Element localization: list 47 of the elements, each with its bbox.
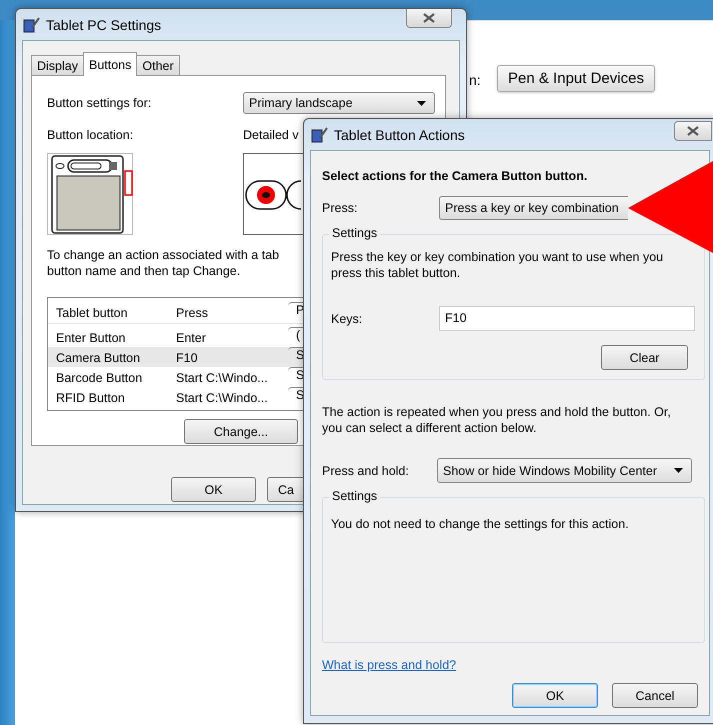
table-cell-text: Enter (175, 330, 207, 344)
close-icon (687, 126, 699, 136)
dialog-button[interactable]: OK (171, 477, 256, 502)
press-dropdown[interactable]: Press a key or key combination (439, 196, 628, 220)
column-header[interactable]: Tablet button (48, 306, 168, 320)
group-legend: Settings (329, 489, 380, 503)
field-label: Press and hold: (322, 464, 410, 478)
table-cell-text: Start C:\Windo... (175, 390, 269, 404)
dialog-heading: Select actions for the Camera Button button. (322, 169, 588, 183)
window-title: Tablet Button Actions (334, 126, 465, 142)
settings-description: Press the key or key combination you want to use when you press this tablet button. (331, 249, 664, 281)
close-icon (423, 13, 435, 23)
field-label: Button location: (47, 128, 134, 142)
settings-dropdown[interactable]: Primary landscape (243, 92, 435, 114)
table-cell-text: Start C:\Windo... (175, 370, 269, 384)
column-header[interactable]: Press (168, 306, 288, 320)
pen-input-devices-button[interactable]: Pen & Input Devices (497, 65, 655, 92)
keys-input-field[interactable]: F10 (439, 306, 695, 331)
tablet-pen-icon (310, 126, 328, 144)
close-button[interactable] (674, 121, 712, 141)
tab[interactable]: Buttons (83, 52, 138, 76)
field-label: Button settings for: (47, 96, 152, 110)
settings-description: You do not need to change the settings for this action. (331, 516, 630, 532)
table-cell-text: Camera Button (55, 350, 142, 364)
clear-button[interactable]: Clear (601, 345, 688, 370)
help-link[interactable]: What is press and hold? (322, 658, 456, 672)
caret-icon (674, 468, 683, 473)
group-legend: Settings (329, 226, 380, 240)
table-cell-text: Barcode Button (55, 370, 144, 384)
close-button[interactable] (406, 9, 452, 28)
dialog-button[interactable]: Cancel (612, 683, 698, 708)
tab[interactable]: Other (136, 55, 180, 75)
field-label: Keys: (331, 312, 364, 326)
table-cell-text: F10 (175, 350, 199, 364)
field-label: Detailed v (243, 128, 299, 142)
tablet-pen-icon (22, 16, 40, 34)
press-and-hold-dropdown[interactable]: Show or hide Windows Mobility Center (437, 458, 692, 483)
dialog-button[interactable]: OK (512, 683, 598, 708)
caret-icon (417, 100, 426, 106)
field-label: n: (469, 72, 481, 88)
change-button[interactable]: Change... (184, 419, 298, 444)
window-title: Tablet PC Settings (46, 16, 162, 32)
table-cell-text: RFID Button (55, 390, 126, 404)
field-label: Press: (322, 201, 358, 215)
tab[interactable]: Display (31, 55, 84, 75)
table-cell-text: Enter Button (55, 330, 126, 344)
instructions-text: To change an action associated with a tab button name and then tap Change. (47, 247, 280, 279)
